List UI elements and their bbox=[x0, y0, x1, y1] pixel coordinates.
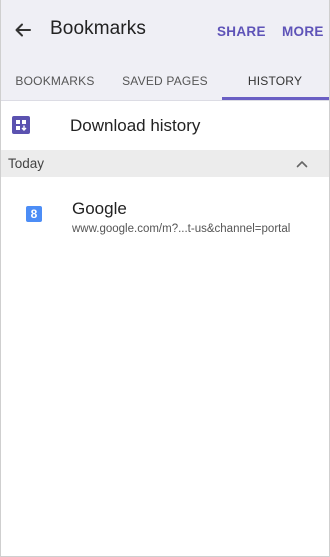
google-favicon-icon: 8 bbox=[26, 206, 42, 222]
browser-screen: Bookmarks SHARE MORE BOOKMARKS SAVED PAG… bbox=[0, 0, 330, 557]
tab-bookmarks[interactable]: BOOKMARKS bbox=[0, 62, 110, 100]
history-item[interactable]: 8 Google www.google.com/m?...t-us&channe… bbox=[0, 190, 330, 258]
more-button[interactable]: MORE bbox=[282, 24, 324, 39]
chevron-up-icon bbox=[296, 161, 308, 168]
history-item-url: www.google.com/m?...t-us&channel=portal bbox=[72, 223, 291, 235]
collapse-button[interactable] bbox=[292, 154, 312, 174]
page-title: Bookmarks bbox=[50, 18, 146, 39]
download-history-label: Download history bbox=[70, 116, 201, 135]
tab-selected-indicator bbox=[222, 97, 330, 100]
back-button[interactable] bbox=[8, 15, 38, 45]
app-bar: Bookmarks SHARE MORE bbox=[0, 0, 330, 62]
history-item-title: Google bbox=[72, 199, 127, 218]
download-history-icon bbox=[12, 116, 30, 134]
tab-history[interactable]: HISTORY bbox=[220, 62, 330, 100]
share-button[interactable]: SHARE bbox=[217, 24, 266, 39]
tab-saved-pages[interactable]: SAVED PAGES bbox=[110, 62, 220, 100]
section-header-today: Today bbox=[0, 150, 330, 177]
section-title: Today bbox=[8, 156, 45, 171]
tab-bar: BOOKMARKS SAVED PAGES HISTORY bbox=[0, 62, 330, 101]
download-history-row[interactable]: Download history bbox=[0, 101, 330, 149]
arrow-left-icon bbox=[15, 23, 31, 37]
